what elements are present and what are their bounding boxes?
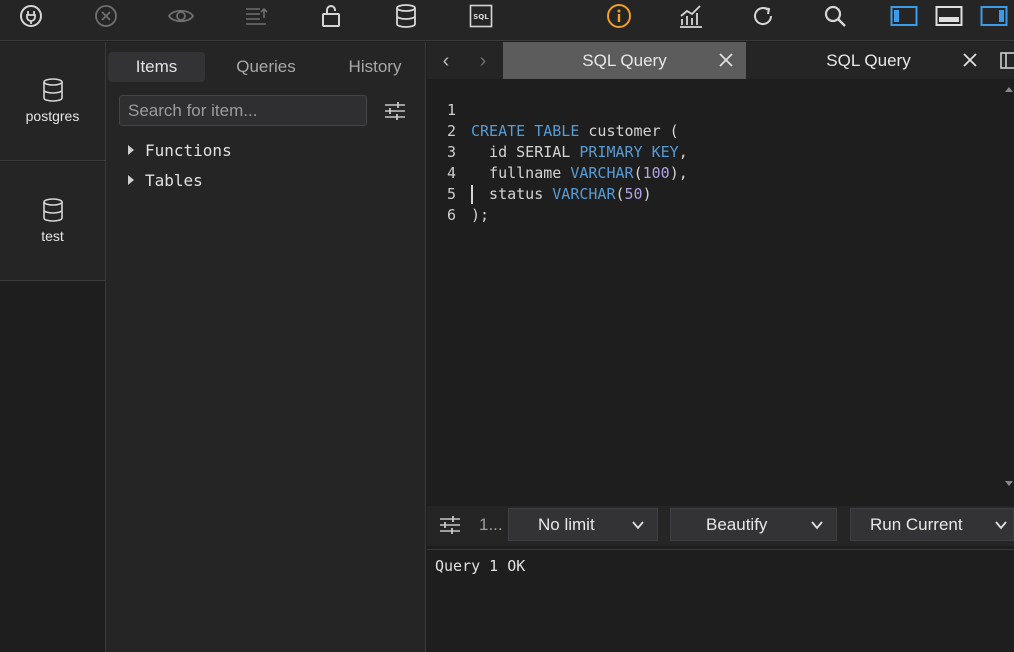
beautify-label: Beautify	[706, 514, 768, 534]
refresh-icon[interactable]	[748, 2, 778, 30]
connection-label: test	[41, 228, 64, 244]
tree-item-functions[interactable]: Functions	[128, 138, 232, 162]
close-icon[interactable]	[718, 52, 734, 68]
code-text: customer (	[579, 122, 679, 140]
code-text: fullname	[471, 164, 571, 182]
layout-bottom-icon[interactable]	[934, 2, 964, 30]
chevron-right-icon[interactable]: ›	[472, 50, 494, 72]
chevron-left-icon[interactable]: ‹	[435, 50, 457, 72]
code-line: 4 status VARCHAR(50)	[427, 142, 652, 203]
chart-icon[interactable]	[676, 2, 706, 30]
text-cursor	[471, 185, 473, 204]
chevron-down-icon	[632, 521, 644, 530]
tree-item-tables[interactable]: Tables	[128, 168, 203, 192]
keyword: PRIMARY KEY	[579, 143, 679, 161]
items-panel: Items Queries History Functions Tables	[106, 42, 426, 652]
editor-tab-bar: ‹ › SQL Query SQL Query	[427, 42, 1014, 79]
query-toolbar: 1... No limit Beautify Run Current	[427, 506, 1014, 546]
tab-items[interactable]: Items	[108, 52, 205, 82]
tree-item-label: Tables	[145, 170, 203, 190]
code-text: ,	[678, 143, 688, 161]
search-input[interactable]	[119, 95, 367, 126]
info-icon[interactable]	[604, 2, 634, 30]
caret-right-icon	[128, 145, 134, 155]
keyword: TABLE	[534, 122, 580, 140]
database-icon	[42, 198, 63, 222]
truncated-label: 1...	[479, 515, 503, 534]
keyword: CREATE	[471, 122, 526, 140]
code-line: 2 id SERIAL PRIMARY KEY,	[427, 100, 688, 161]
unlock-icon[interactable]	[316, 2, 346, 30]
code-text: ),	[669, 164, 688, 182]
main-toolbar: SQL	[0, 0, 1014, 41]
limit-select-label: No limit	[538, 514, 595, 534]
number-literal: 50	[624, 185, 643, 203]
tab-label: SQL Query	[826, 50, 911, 70]
number-literal: 100	[642, 164, 670, 182]
code-text: status	[471, 185, 553, 203]
keyword: VARCHAR	[570, 164, 634, 182]
limit-select[interactable]: No limit	[508, 508, 658, 541]
tab-history[interactable]: History	[328, 52, 422, 82]
list-upload-icon[interactable]	[241, 2, 271, 30]
split-view-icon[interactable]	[1000, 52, 1014, 69]
code-text: )	[642, 185, 652, 203]
connection-label: postgres	[25, 108, 80, 124]
preview-icon[interactable]	[166, 2, 196, 30]
tab-queries[interactable]: Queries	[216, 52, 316, 82]
scroll-up-icon[interactable]	[1005, 87, 1013, 92]
sql-editor[interactable]: 1 CREATE TABLE customer ( 2 id SERIAL PR…	[427, 79, 1014, 506]
connection-postgres[interactable]: postgres	[0, 42, 105, 161]
code-line: 5 );	[427, 163, 489, 224]
search-icon[interactable]	[820, 2, 850, 30]
code-text: (	[615, 185, 625, 203]
connection-list: postgres test	[0, 42, 106, 652]
database-icon	[42, 78, 63, 102]
tab-sql-query-1[interactable]: SQL Query	[503, 42, 746, 79]
tab-label: SQL Query	[582, 50, 667, 70]
connection-test[interactable]: test	[0, 162, 105, 281]
code-line: 1 CREATE TABLE customer (	[427, 79, 679, 140]
disconnect-icon[interactable]	[91, 2, 121, 30]
tree-item-label: Functions	[145, 140, 232, 160]
output-message: Query 1 OK	[435, 557, 526, 575]
sql-icon[interactable]: SQL	[466, 2, 496, 30]
tab-sql-query-2[interactable]: SQL Query	[747, 42, 990, 79]
chevron-down-icon	[811, 521, 823, 530]
scroll-down-icon[interactable]	[1005, 481, 1013, 486]
beautify-button[interactable]: Beautify	[670, 508, 837, 541]
code-text: );	[471, 206, 490, 224]
database-icon[interactable]	[391, 2, 421, 30]
query-output: Query 1 OK	[427, 549, 1014, 652]
layout-left-icon[interactable]	[889, 2, 919, 30]
settings-sliders-icon[interactable]	[439, 515, 461, 535]
code-line: 6	[427, 184, 463, 224]
run-current-label: Run Current	[870, 514, 963, 534]
connect-icon[interactable]	[16, 2, 46, 30]
sql-icon-text: SQL	[473, 13, 489, 21]
layout-right-icon[interactable]	[979, 2, 1009, 30]
line-number: 6	[447, 206, 457, 224]
keyword: VARCHAR	[552, 185, 616, 203]
filter-icon[interactable]	[384, 100, 406, 122]
code-text: (	[633, 164, 643, 182]
run-current-button[interactable]: Run Current	[850, 508, 1014, 541]
caret-right-icon	[128, 175, 134, 185]
code-line: 3 fullname VARCHAR(100),	[427, 121, 688, 182]
chevron-down-icon	[995, 521, 1007, 530]
code-text: id SERIAL	[471, 143, 580, 161]
close-icon[interactable]	[962, 52, 978, 68]
